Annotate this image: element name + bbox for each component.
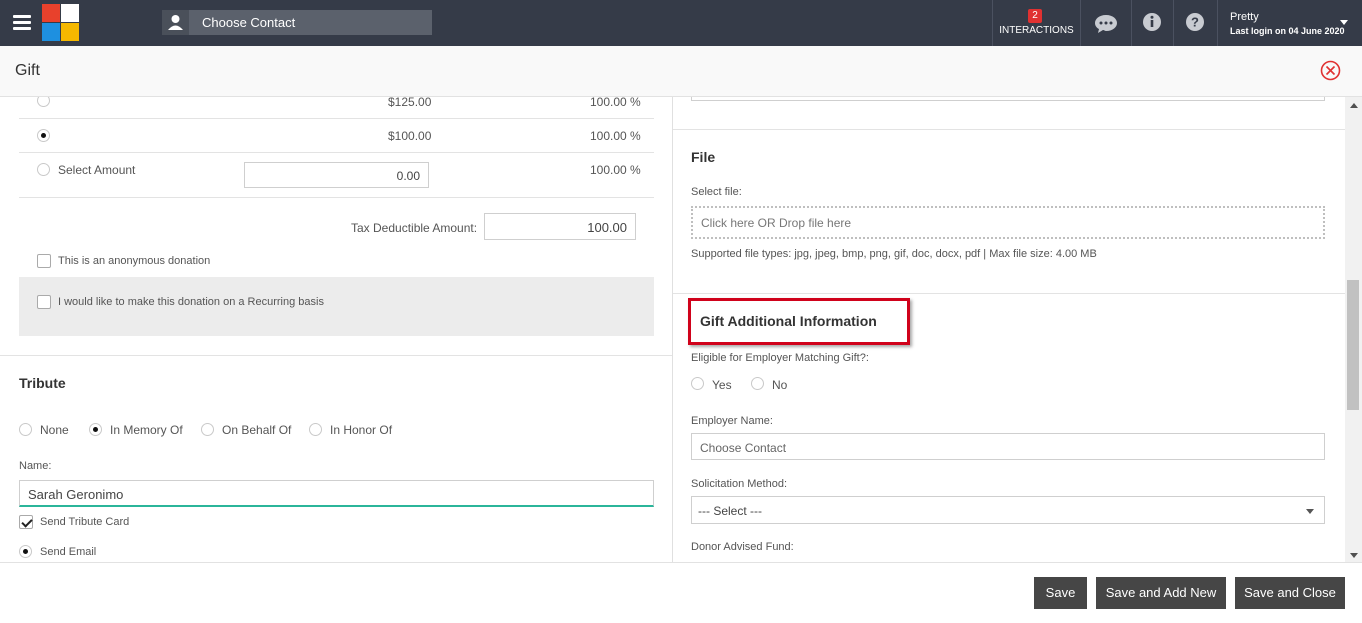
tribute-name-input[interactable]: Sarah Geronimo bbox=[19, 480, 654, 507]
chevron-down-icon[interactable] bbox=[1340, 20, 1348, 25]
right-scrollbar[interactable] bbox=[1345, 97, 1362, 562]
amount-percent: 100.00 % bbox=[590, 163, 641, 177]
interactions-button[interactable]: 2 INTERACTIONS bbox=[993, 0, 1080, 46]
help-icon[interactable]: ? bbox=[1185, 12, 1207, 34]
tax-deductible-input[interactable]: 100.00 bbox=[484, 213, 636, 240]
select-amount-label: Select Amount bbox=[58, 163, 136, 177]
tribute-title: Tribute bbox=[19, 375, 66, 391]
amount-radio-select[interactable] bbox=[37, 163, 50, 176]
scrollbar-thumb[interactable] bbox=[1347, 280, 1359, 410]
select-file-label: Select file: bbox=[691, 186, 742, 198]
right-pane: File Select file: Click here OR Drop fil… bbox=[673, 97, 1345, 562]
top-bar: Choose Contact 2 INTERACTIONS ? Pretty L… bbox=[0, 0, 1362, 46]
interactions-count-badge: 2 bbox=[1028, 9, 1042, 23]
chat-icon[interactable] bbox=[1094, 12, 1117, 34]
employer-name-label: Employer Name: bbox=[691, 415, 773, 427]
previous-field-box bbox=[691, 97, 1325, 101]
interactions-label: INTERACTIONS bbox=[999, 25, 1074, 36]
amount-percent: 100.00 % bbox=[590, 97, 641, 109]
tribute-option-label: In Honor Of bbox=[330, 423, 393, 437]
info-icon[interactable] bbox=[1142, 12, 1164, 34]
employer-matching-label: Eligible for Employer Matching Gift?: bbox=[691, 352, 869, 364]
send-tribute-card-checkbox[interactable] bbox=[19, 515, 33, 529]
employer-name-input[interactable]: Choose Contact bbox=[691, 433, 1325, 460]
dialog-header: Gift bbox=[0, 46, 1362, 97]
page-title: Gift bbox=[15, 62, 40, 79]
last-login: Last login on 04 June 2020 bbox=[1230, 26, 1345, 36]
recurring-checkbox[interactable] bbox=[37, 295, 51, 309]
save-and-add-new-button[interactable]: Save and Add New bbox=[1096, 577, 1226, 609]
solicitation-method-label: Solicitation Method: bbox=[691, 478, 787, 490]
save-button[interactable]: Save bbox=[1034, 577, 1087, 609]
amount-percent: 100.00 % bbox=[590, 129, 641, 143]
solicitation-method-select[interactable]: --- Select --- bbox=[691, 496, 1325, 524]
tribute-radio-honor[interactable] bbox=[309, 423, 322, 436]
left-pane: $125.00 100.00 % $100.00 100.00 % Select… bbox=[0, 97, 672, 562]
save-and-close-button[interactable]: Save and Close bbox=[1235, 577, 1345, 609]
matching-yes-radio[interactable] bbox=[691, 377, 704, 390]
menu-icon[interactable] bbox=[13, 15, 31, 30]
file-title: File bbox=[691, 149, 716, 165]
user-name: Pretty bbox=[1230, 11, 1259, 23]
send-email-radio[interactable] bbox=[19, 545, 32, 558]
donor-advised-fund-label: Donor Advised Fund: bbox=[691, 541, 794, 553]
matching-no-label: No bbox=[772, 378, 788, 392]
recurring-label: I would like to make this donation on a … bbox=[58, 296, 324, 308]
amount-radio-100[interactable] bbox=[37, 129, 50, 142]
svg-text:?: ? bbox=[1191, 15, 1199, 30]
tribute-option-label: In Memory Of bbox=[110, 423, 183, 437]
tax-deductible-label: Tax Deductible Amount: bbox=[351, 221, 478, 235]
file-drop-zone[interactable]: Click here OR Drop file here bbox=[691, 206, 1325, 239]
amount-radio-125[interactable] bbox=[37, 97, 50, 107]
scroll-down-icon[interactable] bbox=[1350, 553, 1358, 558]
tribute-radio-behalf[interactable] bbox=[201, 423, 214, 436]
gift-additional-info-title: Gift Additional Information bbox=[700, 313, 877, 329]
supported-file-types: Supported file types: jpg, jpeg, bmp, pn… bbox=[691, 248, 1097, 260]
scroll-up-icon[interactable] bbox=[1350, 103, 1358, 108]
close-icon[interactable] bbox=[1320, 60, 1341, 81]
contact-search-placeholder: Choose Contact bbox=[202, 15, 296, 30]
send-tribute-card-label: Send Tribute Card bbox=[40, 516, 130, 528]
anonymous-label: This is an anonymous donation bbox=[58, 255, 211, 267]
tribute-radio-memory[interactable] bbox=[89, 423, 102, 436]
tribute-name-label: Name: bbox=[19, 460, 52, 472]
app-logo[interactable] bbox=[42, 4, 79, 41]
tribute-option-label: On Behalf Of bbox=[222, 423, 292, 437]
matching-no-radio[interactable] bbox=[751, 377, 764, 390]
send-email-label: Send Email bbox=[40, 546, 97, 558]
user-menu[interactable]: Pretty Last login on 04 June 2020 bbox=[1230, 11, 1345, 36]
tribute-option-label: None bbox=[40, 423, 69, 437]
amount-value: $125.00 bbox=[388, 97, 432, 109]
amount-value: $100.00 bbox=[388, 129, 432, 143]
tribute-radio-none[interactable] bbox=[19, 423, 32, 436]
user-icon bbox=[162, 10, 189, 35]
select-amount-input[interactable]: 0.00 bbox=[244, 162, 429, 188]
matching-yes-label: Yes bbox=[712, 378, 732, 392]
contact-search[interactable]: Choose Contact bbox=[162, 10, 432, 35]
solicitation-selected-value: --- Select --- bbox=[698, 504, 762, 518]
dialog-footer: Save Save and Add New Save and Close bbox=[0, 562, 1362, 623]
anonymous-checkbox[interactable] bbox=[37, 254, 51, 268]
chevron-down-icon bbox=[1306, 509, 1314, 514]
recurring-panel: I would like to make this donation on a … bbox=[19, 277, 654, 336]
